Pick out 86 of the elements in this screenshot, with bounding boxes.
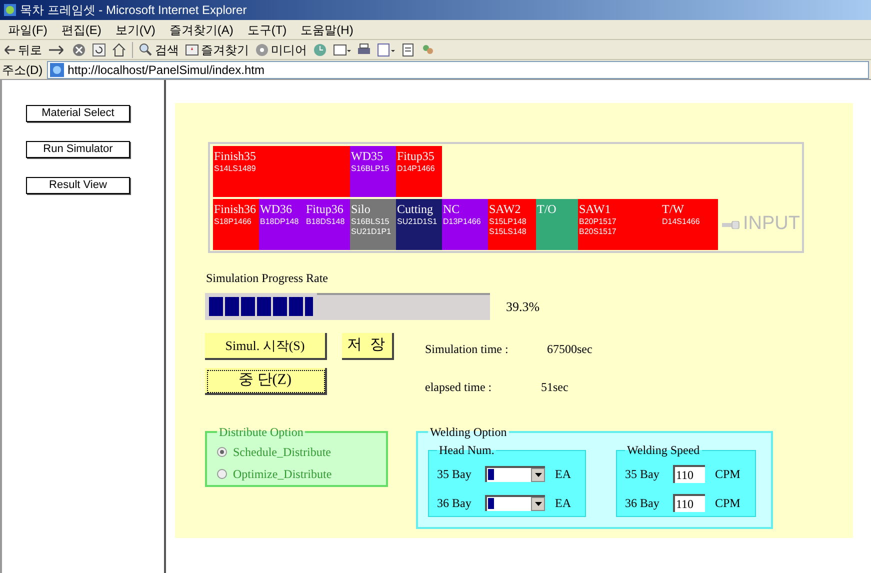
group-legend: Welding Option <box>428 423 509 441</box>
printer-icon[interactable] <box>357 42 371 56</box>
time-value: 67500sec <box>547 341 592 358</box>
search-icon[interactable] <box>139 42 153 56</box>
panel-code: D14P1466 <box>397 164 436 174</box>
media-button[interactable]: 미디어 <box>255 40 307 58</box>
speed-input[interactable]: 110 <box>673 494 705 512</box>
radio-label: Optimize_Distribute <box>233 466 332 483</box>
station-name: NC <box>443 202 461 217</box>
stop-button[interactable]: 중 단(Z) <box>205 368 327 395</box>
dropdown[interactable] <box>485 466 545 482</box>
progress-label: Simulation Progress Rate <box>206 270 329 287</box>
menu-item[interactable]: 즐겨찾기(A) <box>169 20 234 38</box>
input-label: INPUT <box>743 212 800 236</box>
unit-label: EA <box>555 466 571 482</box>
time-value: 51sec <box>541 379 568 396</box>
bay-label: 35 Bay <box>437 466 472 482</box>
stop-icon[interactable] <box>72 42 86 56</box>
station-name: SAW2 <box>489 202 522 217</box>
panel-code: S14LS1489 <box>214 164 257 174</box>
panel-code: SU21D1P1 <box>351 227 392 237</box>
back-button[interactable]: 뒤로 <box>4 40 42 58</box>
dropdown[interactable] <box>485 494 545 510</box>
bay-label: 36 Bay <box>625 494 660 512</box>
menu-item[interactable]: 도움말(H) <box>300 20 354 38</box>
station-name: WD35 <box>351 149 384 164</box>
start-button[interactable]: Simul. 시작(S) <box>205 333 327 360</box>
panel-code: S15LP148 <box>489 217 528 227</box>
panel-code: B20S1517 <box>579 227 618 237</box>
station-name: WD36 <box>260 202 293 217</box>
station-name: T/O <box>537 202 558 217</box>
station-name: T/W <box>662 202 685 217</box>
station-name: Silo <box>351 202 372 217</box>
save-button[interactable]: 저 장 <box>342 333 394 360</box>
radio-button[interactable] <box>217 447 227 457</box>
menu-item[interactable]: 보기(V) <box>115 20 156 38</box>
panel-code: D14S1466 <box>662 217 701 227</box>
bay-label: 35 Bay <box>625 466 660 482</box>
dropdown-arrow-icon <box>534 472 542 476</box>
panel-code: B18DP148 <box>260 217 300 227</box>
refresh-icon[interactable] <box>92 42 106 56</box>
panel-code: B18DS148 <box>306 217 346 227</box>
panel-code: S18P1466 <box>214 217 252 227</box>
menu-item[interactable]: 편집(E) <box>61 20 102 38</box>
time-label: Simulation time : <box>425 341 510 358</box>
panel-code: B20P1517 <box>579 217 618 227</box>
menu-item[interactable]: 파일(F) <box>8 20 48 38</box>
group-legend: Distribute Option <box>217 423 306 441</box>
speed-input[interactable]: 110 <box>673 464 705 482</box>
station-name: SAW1 <box>579 202 612 217</box>
disc-icon[interactable] <box>255 42 269 56</box>
address-field[interactable]: http://localhost/PanelSimul/index.htm <box>46 60 869 78</box>
nav-button[interactable]: Material Select <box>26 105 130 122</box>
notepad-icon[interactable] <box>401 42 415 56</box>
nav-button[interactable]: Run Simulator <box>26 141 130 158</box>
menu-item[interactable]: 도구(T) <box>247 20 287 38</box>
panel-code: S16BLS15 <box>351 217 390 227</box>
group-legend: Welding Speed <box>625 441 702 459</box>
station-name: Fitup36 <box>306 202 344 217</box>
panel-code: S16BLP15 <box>351 164 390 174</box>
window-title: 목차 프레임셋 - Microsoft Internet Explorer <box>20 2 247 19</box>
radio-label: Schedule_Distribute <box>233 444 331 461</box>
back-arrow-icon[interactable] <box>4 44 16 54</box>
forward-arrow-icon[interactable] <box>48 44 66 54</box>
unit-label: CPM <box>715 466 740 482</box>
search-button[interactable]: 검색 <box>139 40 179 58</box>
bay-label: 36 Bay <box>437 494 472 512</box>
station-name: Finish35 <box>214 149 258 164</box>
nav-button[interactable]: Result View <box>26 177 130 194</box>
home-icon[interactable] <box>112 42 126 56</box>
progress-reading: 39.3% <box>506 298 540 316</box>
document-icon[interactable] <box>377 42 395 56</box>
station-name: Cutting <box>397 202 434 217</box>
history-icon[interactable] <box>313 42 327 56</box>
unit-label: CPM <box>715 494 740 512</box>
station-name: Fitup35 <box>397 149 436 164</box>
radio-button[interactable] <box>217 469 227 479</box>
panel-code: S15LS148 <box>489 227 528 237</box>
station-name: Finish36 <box>214 202 258 217</box>
panel-code: D13P1466 <box>443 217 482 227</box>
dropdown-arrow-icon <box>534 502 542 506</box>
group-legend: Head Num. <box>437 441 496 459</box>
address-label: 주소(D) <box>2 62 43 78</box>
panel-code: SU21D1S1 <box>397 217 438 227</box>
unit-label: EA <box>555 494 571 512</box>
favorites-button[interactable]: 즐겨찾기 <box>185 40 249 58</box>
